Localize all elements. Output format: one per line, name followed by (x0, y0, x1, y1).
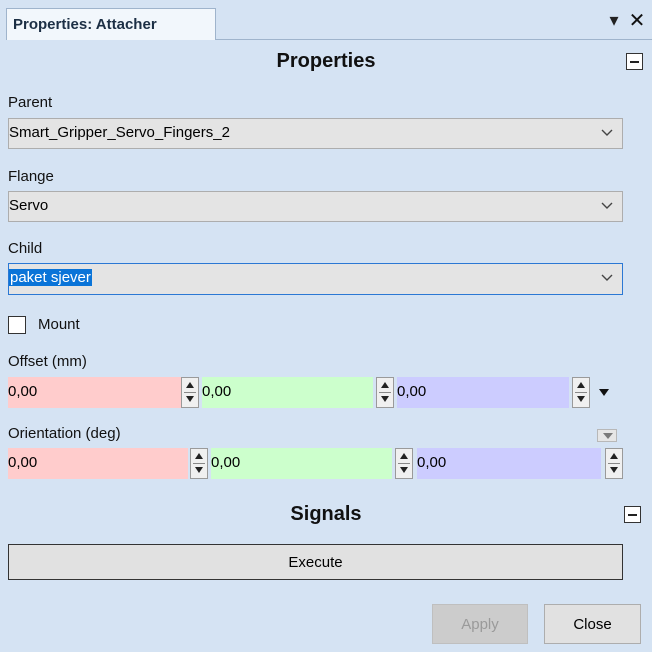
tab-properties-attacher[interactable]: Properties: Attacher (6, 8, 216, 40)
tab-title: Properties: Attacher (13, 16, 157, 33)
mount-checkbox[interactable] (8, 316, 26, 334)
orientation-x-spinner[interactable] (190, 448, 208, 479)
tab-strip-divider (216, 39, 652, 40)
child-value: paket sjever (9, 269, 92, 286)
orientation-y-spinner[interactable] (395, 448, 413, 479)
orientation-y-input[interactable]: 0,00 (211, 448, 392, 479)
child-label: Child (8, 240, 43, 257)
child-dropdown[interactable]: paket sjever (8, 263, 623, 295)
properties-section-title: Properties (276, 50, 376, 72)
orientation-options-dropdown-icon[interactable] (597, 429, 617, 442)
offset-x-spinner[interactable] (181, 377, 199, 408)
flange-value: Servo (9, 197, 49, 214)
offset-options-dropdown-icon[interactable] (597, 385, 611, 399)
offset-z-spinner[interactable] (572, 377, 590, 408)
offset-x-input[interactable]: 0,00 (8, 377, 181, 408)
parent-dropdown[interactable]: Smart_Gripper_Servo_Fingers_2 (8, 118, 623, 149)
signals-section-title: Signals (290, 503, 362, 525)
chevron-down-icon (601, 129, 613, 136)
apply-button[interactable]: Apply (432, 604, 528, 644)
orientation-z-input[interactable]: 0,00 (417, 448, 601, 479)
orientation-z-spinner[interactable] (605, 448, 623, 479)
signals-collapse-icon[interactable] (624, 506, 641, 523)
offset-label: Offset (mm) (8, 353, 87, 370)
chevron-down-icon (601, 274, 613, 281)
parent-label: Parent (8, 94, 53, 111)
execute-button[interactable]: Execute (8, 544, 623, 580)
orientation-label: Orientation (deg) (8, 425, 121, 442)
parent-value: Smart_Gripper_Servo_Fingers_2 (9, 124, 230, 141)
offset-y-input[interactable]: 0,00 (202, 377, 373, 408)
properties-collapse-icon[interactable] (626, 53, 643, 70)
flange-label: Flange (8, 168, 54, 185)
mount-label: Mount (38, 316, 80, 333)
window-position-dropdown-icon[interactable]: ▾ (604, 10, 624, 32)
offset-z-input[interactable]: 0,00 (397, 377, 569, 408)
chevron-down-icon (601, 202, 613, 209)
close-icon[interactable]: ✕ (626, 8, 648, 32)
close-button[interactable]: Close (544, 604, 641, 644)
orientation-x-input[interactable]: 0,00 (8, 448, 188, 479)
flange-dropdown[interactable]: Servo (8, 191, 623, 222)
offset-y-spinner[interactable] (376, 377, 394, 408)
